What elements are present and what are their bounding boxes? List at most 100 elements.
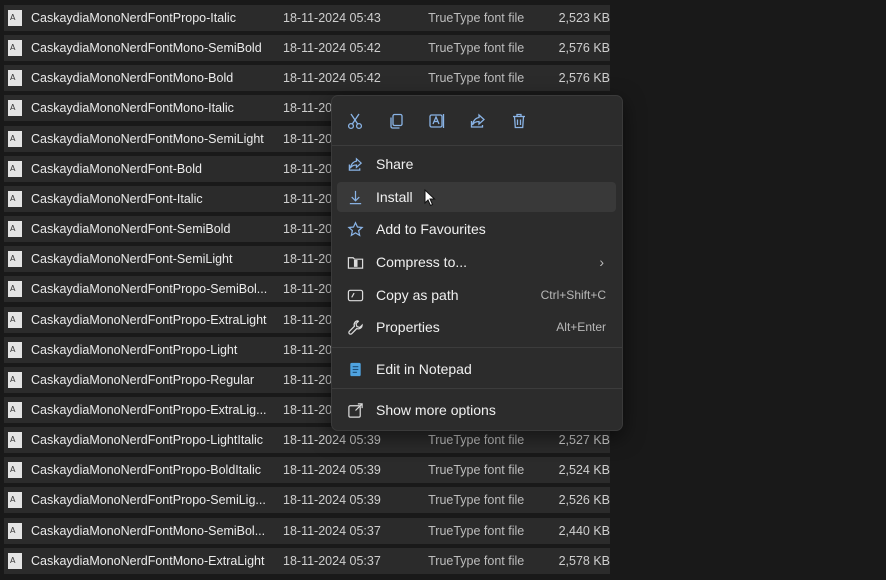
menu-item-add-to-favourites[interactable]: Add to Favourites <box>337 214 616 244</box>
file-size: 2,578 KB <box>558 553 610 568</box>
font-file-icon <box>8 251 22 268</box>
font-file-icon <box>8 40 22 57</box>
font-file-icon <box>8 190 22 207</box>
menu-item-compress[interactable]: Compress to... › <box>337 247 616 277</box>
file-name: CaskaydiaMonoNerdFontPropo-Italic <box>31 11 236 25</box>
file-name: CaskaydiaMonoNerdFont-Italic <box>31 191 203 206</box>
file-type: TrueType font file <box>428 553 525 568</box>
file-name: CaskaydiaMonoNerdFontPropo-Light <box>31 342 238 357</box>
file-name: CaskaydiaMonoNerdFont-Bold <box>31 161 202 176</box>
font-file-icon <box>8 522 22 539</box>
font-file-icon <box>8 341 22 358</box>
menu-item-show-more-options[interactable]: Show more options <box>337 395 616 425</box>
menu-separator <box>332 388 622 389</box>
shortcut-label: Alt+Enter <box>556 320 606 334</box>
delete-button[interactable] <box>504 108 534 134</box>
copy-path-icon <box>346 286 364 304</box>
file-name: CaskaydiaMonoNerdFontMono-Italic <box>31 101 234 116</box>
star-icon <box>346 220 364 238</box>
mouse-pointer-icon <box>424 189 436 207</box>
file-type: TrueType font file <box>428 463 525 478</box>
menu-separator <box>332 347 622 348</box>
font-file-icon <box>8 462 22 479</box>
file-name: CaskaydiaMonoNerdFontPropo-Regular <box>31 372 255 387</box>
copy-icon <box>390 113 403 129</box>
menu-item-label: Properties <box>376 319 440 335</box>
wrench-icon <box>346 318 364 336</box>
chevron-right-icon: › <box>599 254 604 270</box>
menu-separator <box>332 145 622 146</box>
file-name: CaskaydiaMonoNerdFontMono-SemiBold <box>31 41 262 56</box>
file-row[interactable]: CaskaydiaMonoNerdFontPropo-Italic 18-11-2… <box>4 5 610 31</box>
file-type: TrueType font file <box>428 433 525 448</box>
file-date: 18-11-2024 05:39 <box>283 463 381 478</box>
menu-item-label: Add to Favourites <box>376 221 486 237</box>
menu-item-label: Show more options <box>376 402 496 418</box>
file-name: CaskaydiaMonoNerdFontMono-Bold <box>31 71 234 86</box>
rename-button[interactable] <box>422 108 452 134</box>
file-size: 2,524 KB <box>558 463 610 478</box>
menu-item-share[interactable]: Share <box>337 149 616 179</box>
copy-button[interactable] <box>381 108 411 134</box>
menu-item-copy-as-path[interactable]: Copy as path Ctrl+Shift+C <box>337 280 616 310</box>
font-file-icon <box>8 311 22 328</box>
file-name: CaskaydiaMonoNerdFontPropo-BoldItalic <box>31 463 261 478</box>
more-options-icon <box>346 401 364 419</box>
menu-item-edit-in-notepad[interactable]: Edit in Notepad <box>337 354 616 384</box>
file-row[interactable]: CaskaydiaMonoNerdFontMono-Bold 18-11-2024… <box>4 65 610 92</box>
font-file-icon <box>8 281 22 298</box>
font-file-icon <box>8 221 22 238</box>
file-size: 2,523 KB <box>558 11 610 25</box>
file-name: CaskaydiaMonoNerdFontPropo-LightItalic <box>31 433 264 448</box>
file-name: CaskaydiaMonoNerdFontMono-ExtraLight <box>31 553 265 568</box>
file-type: TrueType font file <box>428 523 525 538</box>
cut-icon <box>347 113 363 130</box>
menu-item-label: Install <box>376 189 413 205</box>
file-name: CaskaydiaMonoNerdFontMono-SemiBol... <box>31 523 266 538</box>
zip-folder-icon <box>346 253 364 271</box>
file-date: 18-11-2024 05:39 <box>283 493 381 508</box>
file-size: 2,526 KB <box>558 493 610 508</box>
file-name: CaskaydiaMonoNerdFontPropo-ExtraLig... <box>31 402 267 417</box>
download-icon <box>346 188 364 206</box>
file-name: CaskaydiaMonoNerdFontMono-SemiLight <box>31 131 264 146</box>
file-type: TrueType font file <box>428 71 525 86</box>
menu-item-label: Share <box>376 156 414 172</box>
font-file-icon <box>8 70 22 87</box>
file-name: CaskaydiaMonoNerdFontPropo-SemiBol... <box>31 282 268 297</box>
file-row[interactable]: CaskaydiaMonoNerdFontMono-ExtraLight 18-1… <box>4 547 610 574</box>
file-date: 18-11-2024 05:43 <box>283 11 381 25</box>
file-size: 2,527 KB <box>558 433 610 448</box>
rename-icon <box>429 114 445 128</box>
menu-item-label: Copy as path <box>376 287 459 303</box>
file-row[interactable]: CaskaydiaMonoNerdFontMono-SemiBol... 18-1… <box>4 517 610 544</box>
file-name: CaskaydiaMonoNerdFont-SemiLight <box>31 252 233 267</box>
file-size: 2,576 KB <box>558 71 610 86</box>
font-file-icon <box>8 401 22 418</box>
cut-button[interactable] <box>340 108 370 134</box>
font-file-icon <box>8 160 22 177</box>
font-file-icon <box>8 130 22 147</box>
file-row[interactable]: CaskaydiaMonoNerdFontPropo-BoldItalic 18-… <box>4 457 610 484</box>
font-file-icon <box>8 552 22 569</box>
file-row[interactable]: CaskaydiaMonoNerdFontMono-SemiBold 18-11-… <box>4 35 610 62</box>
file-size: 2,440 KB <box>558 523 610 538</box>
font-file-icon <box>8 492 22 509</box>
share-icon <box>470 113 485 128</box>
notepad-icon <box>346 360 364 378</box>
file-date: 18-11-2024 05:42 <box>283 41 381 56</box>
menu-item-install[interactable]: Install <box>337 182 616 212</box>
menu-item-label: Edit in Notepad <box>376 361 472 377</box>
file-name: CaskaydiaMonoNerdFontPropo-SemiLig... <box>31 493 266 508</box>
delete-icon <box>513 113 525 129</box>
file-row[interactable]: CaskaydiaMonoNerdFontPropo-SemiLig... 18-… <box>4 487 610 514</box>
share-button[interactable] <box>463 108 493 134</box>
shortcut-label: Ctrl+Shift+C <box>540 288 606 302</box>
menu-item-label: Compress to... <box>376 254 468 270</box>
file-date: 18-11-2024 05:37 <box>283 553 381 568</box>
share-icon <box>346 155 364 173</box>
font-file-icon <box>8 432 22 449</box>
menu-item-properties[interactable]: Properties Alt+Enter <box>337 312 616 342</box>
context-menu: Share Install Add to Favourites Compress… <box>331 95 623 431</box>
font-file-icon <box>8 100 22 117</box>
